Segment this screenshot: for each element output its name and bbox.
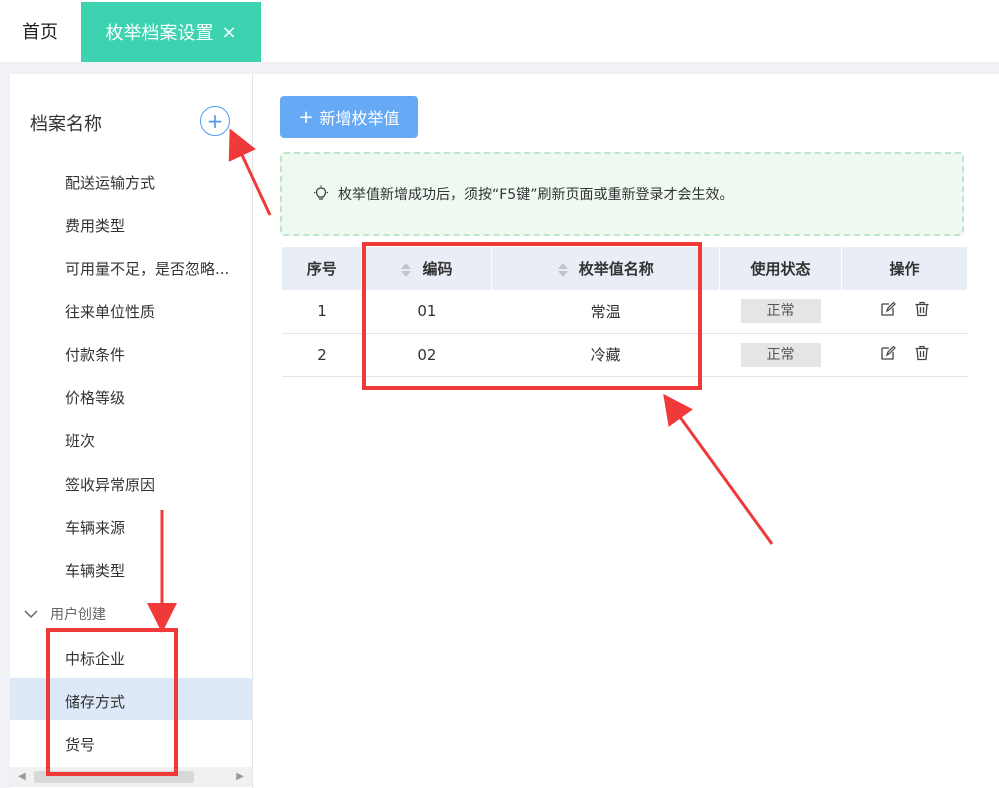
- sidebar-item[interactable]: 往来单位性质: [65, 301, 155, 322]
- top-tab-bar: 首页 枚举档案设置 ×: [0, 0, 999, 62]
- cell-index: 2: [317, 345, 327, 364]
- cell-actions: [842, 290, 968, 333]
- header-status: 使用状态: [719, 247, 843, 290]
- scroll-right-icon[interactable]: ▶: [236, 771, 244, 782]
- sidebar-item[interactable]: 配送运输方式: [65, 172, 155, 193]
- sidebar-item[interactable]: 价格等级: [65, 387, 125, 408]
- sidebar-title: 档案名称: [30, 114, 102, 135]
- cell-status: 正常: [720, 333, 842, 376]
- edit-icon[interactable]: [880, 345, 896, 361]
- tab-enum-settings-label: 枚举档案设置: [105, 23, 214, 44]
- annotation-box-user-items: [46, 628, 178, 776]
- page-divider: [0, 62, 999, 74]
- delete-icon[interactable]: [914, 301, 930, 317]
- scroll-left-icon[interactable]: ◀: [18, 771, 26, 782]
- chevron-down-icon: [24, 609, 38, 619]
- user-created-group[interactable]: 用户创建: [24, 604, 106, 624]
- plus-icon: +: [298, 106, 314, 128]
- notice-banner: 枚举值新增成功后，须按“F5键”刷新页面或重新登录才会生效。: [280, 152, 964, 236]
- sidebar-item[interactable]: 车辆来源: [65, 517, 125, 538]
- add-archive-button[interactable]: +: [200, 106, 230, 136]
- tab-home[interactable]: 首页: [0, 0, 80, 62]
- tab-enum-settings[interactable]: 枚举档案设置 ×: [81, 2, 261, 62]
- header-index: 序号: [282, 247, 363, 290]
- sidebar-item[interactable]: 费用类型: [65, 215, 125, 236]
- cell-status: 正常: [720, 290, 842, 333]
- cell-index: 1: [317, 302, 327, 321]
- main-panel: + 新增枚举值 枚举值新增成功后，须按“F5键”刷新页面或重新登录才会生效。 序…: [253, 74, 999, 788]
- header-actions: 操作: [841, 247, 968, 290]
- sidebar-item[interactable]: 可用量不足，是否忽略...: [65, 258, 229, 279]
- delete-icon[interactable]: [914, 345, 930, 361]
- edit-icon[interactable]: [880, 301, 896, 317]
- notice-text: 枚举值新增成功后，须按“F5键”刷新页面或重新登录才会生效。: [338, 187, 734, 203]
- sidebar-item[interactable]: 班次: [65, 430, 95, 451]
- add-enum-value-button[interactable]: + 新增枚举值: [280, 96, 418, 138]
- group-label: 用户创建: [50, 607, 106, 623]
- bulb-icon: [312, 185, 330, 203]
- close-icon[interactable]: ×: [221, 22, 236, 43]
- sidebar-item[interactable]: 车辆类型: [65, 560, 125, 581]
- cell-actions: [842, 333, 968, 376]
- add-enum-value-label: 新增枚举值: [319, 109, 400, 128]
- page-gutter: [0, 74, 10, 788]
- sidebar-item[interactable]: 付款条件: [65, 344, 125, 365]
- annotation-box-table: [362, 242, 702, 390]
- sidebar-item[interactable]: 签收异常原因: [65, 474, 155, 495]
- status-badge: 正常: [740, 342, 821, 367]
- status-badge: 正常: [740, 299, 821, 324]
- plus-icon: +: [206, 109, 224, 133]
